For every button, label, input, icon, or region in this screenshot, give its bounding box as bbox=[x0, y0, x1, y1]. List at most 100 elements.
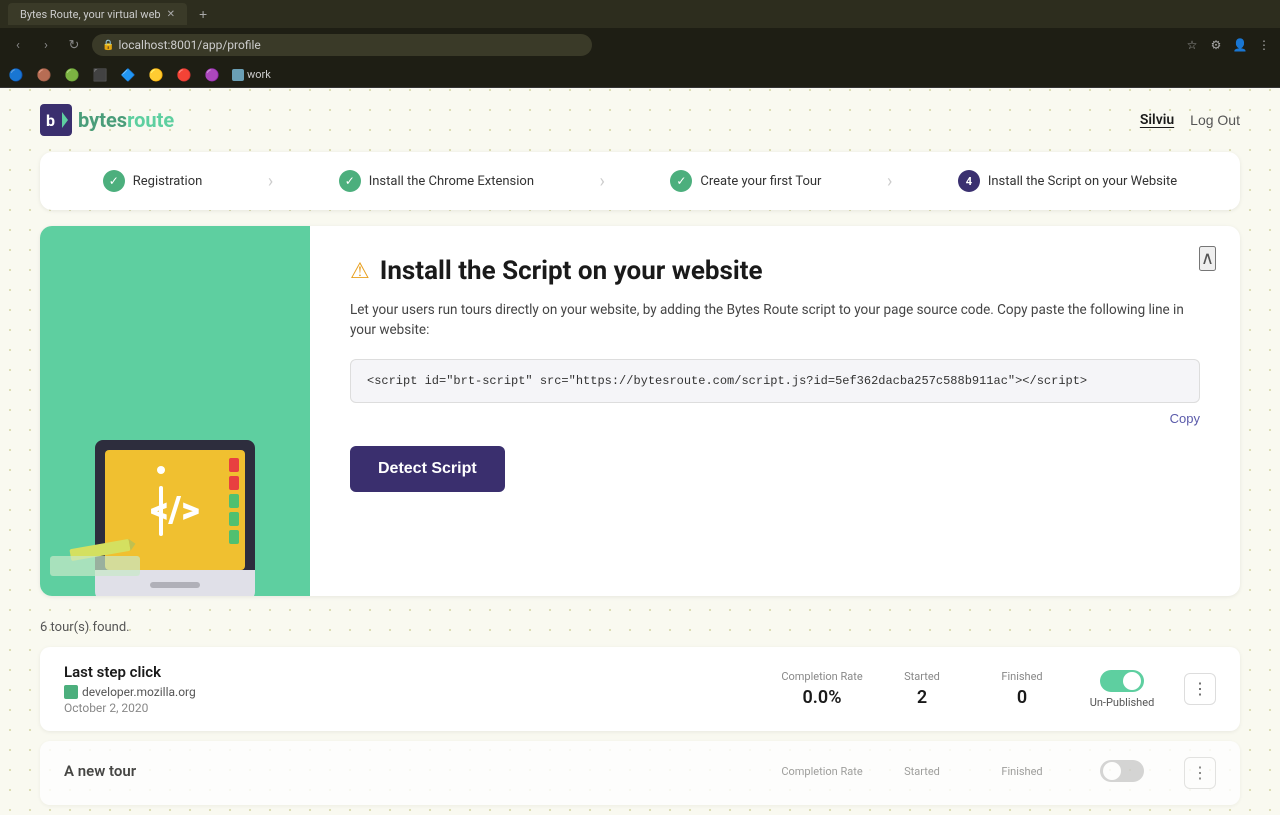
detect-script-button[interactable]: Detect Script bbox=[350, 446, 505, 492]
step-install-script: 4 Install the Script on your Website bbox=[958, 170, 1177, 192]
bookmark-ext-3[interactable]: 🟢 bbox=[64, 68, 80, 82]
cursor-line bbox=[159, 486, 163, 536]
step-3-check: ✓ bbox=[670, 170, 692, 192]
card-title-area: ⚠ Install the Script on your website bbox=[350, 256, 1200, 286]
illus-screen-inner: </> bbox=[105, 450, 245, 570]
app-container: b bytesroute Silviu Log Out ✓ Registrati… bbox=[0, 88, 1280, 805]
started-stat-2: Started bbox=[872, 765, 972, 782]
finished-value: 0 bbox=[972, 687, 1072, 708]
forward-button[interactable]: › bbox=[36, 38, 56, 53]
collapse-button[interactable]: ∧ bbox=[1199, 246, 1216, 271]
tour-card: A new tour Completion Rate Started Finis… bbox=[40, 741, 1240, 805]
bookmark-ext-2[interactable]: 🟤 bbox=[36, 68, 52, 82]
browser-toolbar-icons: ☆ ⚙ 👤 ⋮ bbox=[1184, 38, 1272, 52]
started-label-2: Started bbox=[872, 765, 972, 778]
step-4-label: Install the Script on your Website bbox=[988, 174, 1177, 189]
bar-red2 bbox=[229, 476, 239, 490]
extension-icon[interactable]: ⚙ bbox=[1208, 38, 1224, 52]
progress-steps: ✓ Registration › ✓ Install the Chrome Ex… bbox=[40, 152, 1240, 210]
completion-rate-stat-2: Completion Rate bbox=[772, 765, 872, 782]
started-value: 2 bbox=[872, 687, 972, 708]
bookmark-work-label: work bbox=[247, 68, 271, 81]
bar-green bbox=[229, 494, 239, 508]
card-content: ∧ ⚠ Install the Script on your website L… bbox=[310, 226, 1240, 596]
bookmark-ext-8[interactable]: 🟣 bbox=[204, 68, 220, 82]
finished-label-2: Finished bbox=[972, 765, 1072, 778]
tour-menu-button[interactable]: ⋮ bbox=[1184, 673, 1216, 705]
reload-button[interactable]: ↻ bbox=[64, 38, 84, 53]
bookmark-ext-4[interactable]: ⬛ bbox=[92, 68, 108, 82]
menu-icon[interactable]: ⋮ bbox=[1256, 38, 1272, 52]
svg-text:b: b bbox=[46, 111, 55, 130]
tour-info-2: A new tour bbox=[64, 762, 772, 784]
bookmark-ext-1[interactable]: 🔵 bbox=[8, 68, 24, 82]
back-button[interactable]: ‹ bbox=[8, 38, 28, 53]
completion-rate-stat: Completion Rate 0.0% bbox=[772, 670, 872, 708]
card-illustration: </> bbox=[40, 226, 310, 596]
tour-info: Last step click developer.mozilla.org Oc… bbox=[64, 663, 772, 715]
logout-button[interactable]: Log Out bbox=[1190, 112, 1240, 128]
tours-section: 6 tour(s) found. Last step click develop… bbox=[40, 620, 1240, 805]
header-nav: Silviu Log Out bbox=[1140, 112, 1240, 128]
bookmark-work-icon bbox=[232, 69, 244, 81]
step-sep-1: › bbox=[268, 171, 273, 192]
copy-link-area: Copy bbox=[350, 411, 1200, 426]
tour-date: October 2, 2020 bbox=[64, 701, 772, 715]
copy-button[interactable]: Copy bbox=[1170, 411, 1200, 426]
bookmark-ext-7[interactable]: 🔴 bbox=[176, 68, 192, 82]
illus-keyboard bbox=[50, 556, 140, 576]
logo-icon: b bbox=[40, 104, 72, 136]
publish-toggle-2[interactable] bbox=[1100, 760, 1144, 782]
address-input[interactable]: 🔒 localhost:8001/app/profile bbox=[92, 34, 592, 56]
warning-icon: ⚠ bbox=[350, 259, 370, 284]
step-registration: ✓ Registration bbox=[103, 170, 203, 192]
completion-rate-label-2: Completion Rate bbox=[772, 765, 872, 778]
address-text: localhost:8001/app/profile bbox=[118, 38, 260, 52]
tour-menu-button-2[interactable]: ⋮ bbox=[1184, 757, 1216, 789]
star-icon[interactable]: ☆ bbox=[1184, 38, 1200, 52]
install-card: </> ∧ ⚠ Install the Sc bbox=[40, 226, 1240, 596]
tour-card: Last step click developer.mozilla.org Oc… bbox=[40, 647, 1240, 731]
tab-close-icon[interactable]: ✕ bbox=[167, 9, 175, 20]
logo: b bytesroute bbox=[40, 104, 174, 136]
bar-green2 bbox=[229, 512, 239, 526]
profile-icon[interactable]: 👤 bbox=[1232, 38, 1248, 52]
step-sep-3: › bbox=[887, 171, 892, 192]
tour-toggle-area-2 bbox=[1072, 760, 1172, 786]
site-favicon bbox=[64, 685, 78, 699]
publish-toggle[interactable] bbox=[1100, 670, 1144, 692]
bookmark-work[interactable]: work bbox=[232, 68, 271, 81]
completion-rate-label: Completion Rate bbox=[772, 670, 872, 683]
code-brackets-icon: </> bbox=[150, 489, 199, 531]
illus-color-bars bbox=[229, 458, 239, 544]
started-label: Started bbox=[872, 670, 972, 683]
app-header: b bytesroute Silviu Log Out bbox=[0, 88, 1280, 152]
bookmark-ext-6[interactable]: 🟡 bbox=[148, 68, 164, 82]
script-code-box[interactable]: <script id="brt-script" src="https://byt… bbox=[350, 359, 1200, 403]
step-create-tour: ✓ Create your first Tour bbox=[670, 170, 821, 192]
active-tab[interactable]: Bytes Route, your virtual web ✕ bbox=[8, 3, 187, 25]
illus-home-bar bbox=[150, 582, 200, 588]
toggle-thumb bbox=[1123, 672, 1141, 690]
bookmark-ext-5[interactable]: 🔷 bbox=[120, 68, 136, 82]
bar-red bbox=[229, 458, 239, 472]
card-heading: Install the Script on your website bbox=[380, 256, 763, 286]
browser-tab-bar: Bytes Route, your virtual web ✕ + bbox=[0, 0, 1280, 28]
step-sep-2: › bbox=[600, 171, 605, 192]
new-tab-button[interactable]: + bbox=[193, 4, 213, 24]
step-1-label: Registration bbox=[133, 174, 203, 189]
tours-count: 6 tour(s) found. bbox=[40, 620, 1240, 635]
logo-text: bytesroute bbox=[78, 108, 174, 132]
step-2-check: ✓ bbox=[339, 170, 361, 192]
started-stat: Started 2 bbox=[872, 670, 972, 708]
completion-rate-value: 0.0% bbox=[772, 687, 872, 708]
tour-name-2: A new tour bbox=[64, 762, 772, 780]
site-url: developer.mozilla.org bbox=[82, 685, 196, 699]
user-name[interactable]: Silviu bbox=[1140, 112, 1174, 128]
card-description: Let your users run tours directly on you… bbox=[350, 300, 1200, 341]
bookmarks-bar: 🔵 🟤 🟢 ⬛ 🔷 🟡 🔴 🟣 work bbox=[0, 62, 1280, 88]
finished-stat-2: Finished bbox=[972, 765, 1072, 782]
bar-green3 bbox=[229, 530, 239, 544]
toggle-thumb-2 bbox=[1103, 762, 1121, 780]
tab-title: Bytes Route, your virtual web bbox=[20, 8, 161, 21]
